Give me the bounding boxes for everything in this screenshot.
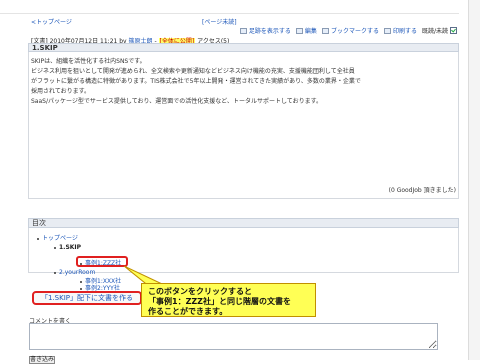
- read-unread-toggle[interactable]: 既読/未読: [422, 26, 457, 35]
- toc-item-top[interactable]: トップページ: [37, 233, 78, 242]
- goodjob-count: (0 GoodJob 頂きました): [388, 187, 456, 194]
- bookmark-button[interactable]: ブックマークする: [321, 26, 379, 35]
- callout-line-2: 「事例1：ZZZ社」と同じ階層の文書を: [148, 297, 291, 306]
- document-body: SKIPは、組織を活性化する社内SNSです。 ビジネス利用を狙いとして開発が進め…: [31, 57, 453, 107]
- print-icon: [383, 27, 391, 34]
- toc-item-skip: 1.SKIP: [54, 244, 81, 251]
- bullet-icon: [54, 246, 56, 249]
- callout-line-3: 作ることができます。: [148, 307, 228, 316]
- callout-line-1: このボタンをクリックすると: [148, 287, 252, 296]
- toc-item-yourroom[interactable]: 2.yourRoom: [54, 269, 95, 276]
- body-line-2: ビジネス利用を狙いとして開発が進められ、全文検索や更新通知などビジネス向け機能の…: [31, 68, 355, 75]
- edit-button[interactable]: 編集: [295, 26, 317, 35]
- read-checkbox[interactable]: [450, 27, 457, 34]
- body-line-1: SKIPは、組織を活性化する社内SNSです。: [31, 58, 146, 65]
- toc-heading: 目次: [28, 218, 459, 228]
- body-line-3: がフラットに繋がる構造に特徴があります。TIS株式会社で5年以上開発・運営されて…: [31, 78, 361, 85]
- body-line-5: SaaS/パッケージ型でサービス提供しており、運営面での活性化支援など、トータル…: [31, 98, 323, 105]
- bookmark-icon: [321, 27, 329, 34]
- top-page-link[interactable]: <トップページ: [31, 17, 72, 26]
- submit-comment-button[interactable]: 書き込み: [29, 356, 55, 364]
- footprint-icon: [239, 27, 247, 34]
- bullet-icon: [54, 271, 56, 274]
- toc-link-top[interactable]: トップページ: [42, 235, 78, 242]
- bookmark-label: ブックマークする: [330, 28, 379, 35]
- bullet-icon: [37, 237, 39, 240]
- callout-note: このボタンをクリックすると 「事例1：ZZZ社」と同じ階層の文書を 作ることがで…: [141, 283, 316, 317]
- comment-textarea[interactable]: [29, 323, 438, 350]
- edit-icon: [295, 27, 303, 34]
- print-label: 印刷する: [392, 28, 417, 35]
- document-toolbar: 足跡を表示する 編集 ブックマークする 印刷する 既読/未読: [239, 26, 457, 35]
- document-title: 1.SKIP: [28, 43, 459, 52]
- page-unread-link[interactable]: [ページ未読]: [202, 17, 237, 26]
- divider: [0, 13, 459, 14]
- read-unread-label: 既読/未読: [421, 28, 448, 35]
- print-button[interactable]: 印刷する: [383, 26, 417, 35]
- toc-current-label: 1.SKIP: [59, 244, 82, 251]
- create-document-button[interactable]: 「1.SKIP」配下に文書を作る: [32, 291, 142, 305]
- bullet-icon: [80, 287, 82, 290]
- body-line-4: 採用されております。: [31, 88, 91, 95]
- vertical-scrollbar[interactable]: [468, 0, 480, 360]
- toc-link-yourroom[interactable]: 2.yourRoom: [59, 269, 95, 276]
- edit-label: 編集: [304, 28, 317, 35]
- show-readers-label: 足跡を表示する: [248, 28, 291, 35]
- show-readers-button[interactable]: 足跡を表示する: [239, 26, 291, 35]
